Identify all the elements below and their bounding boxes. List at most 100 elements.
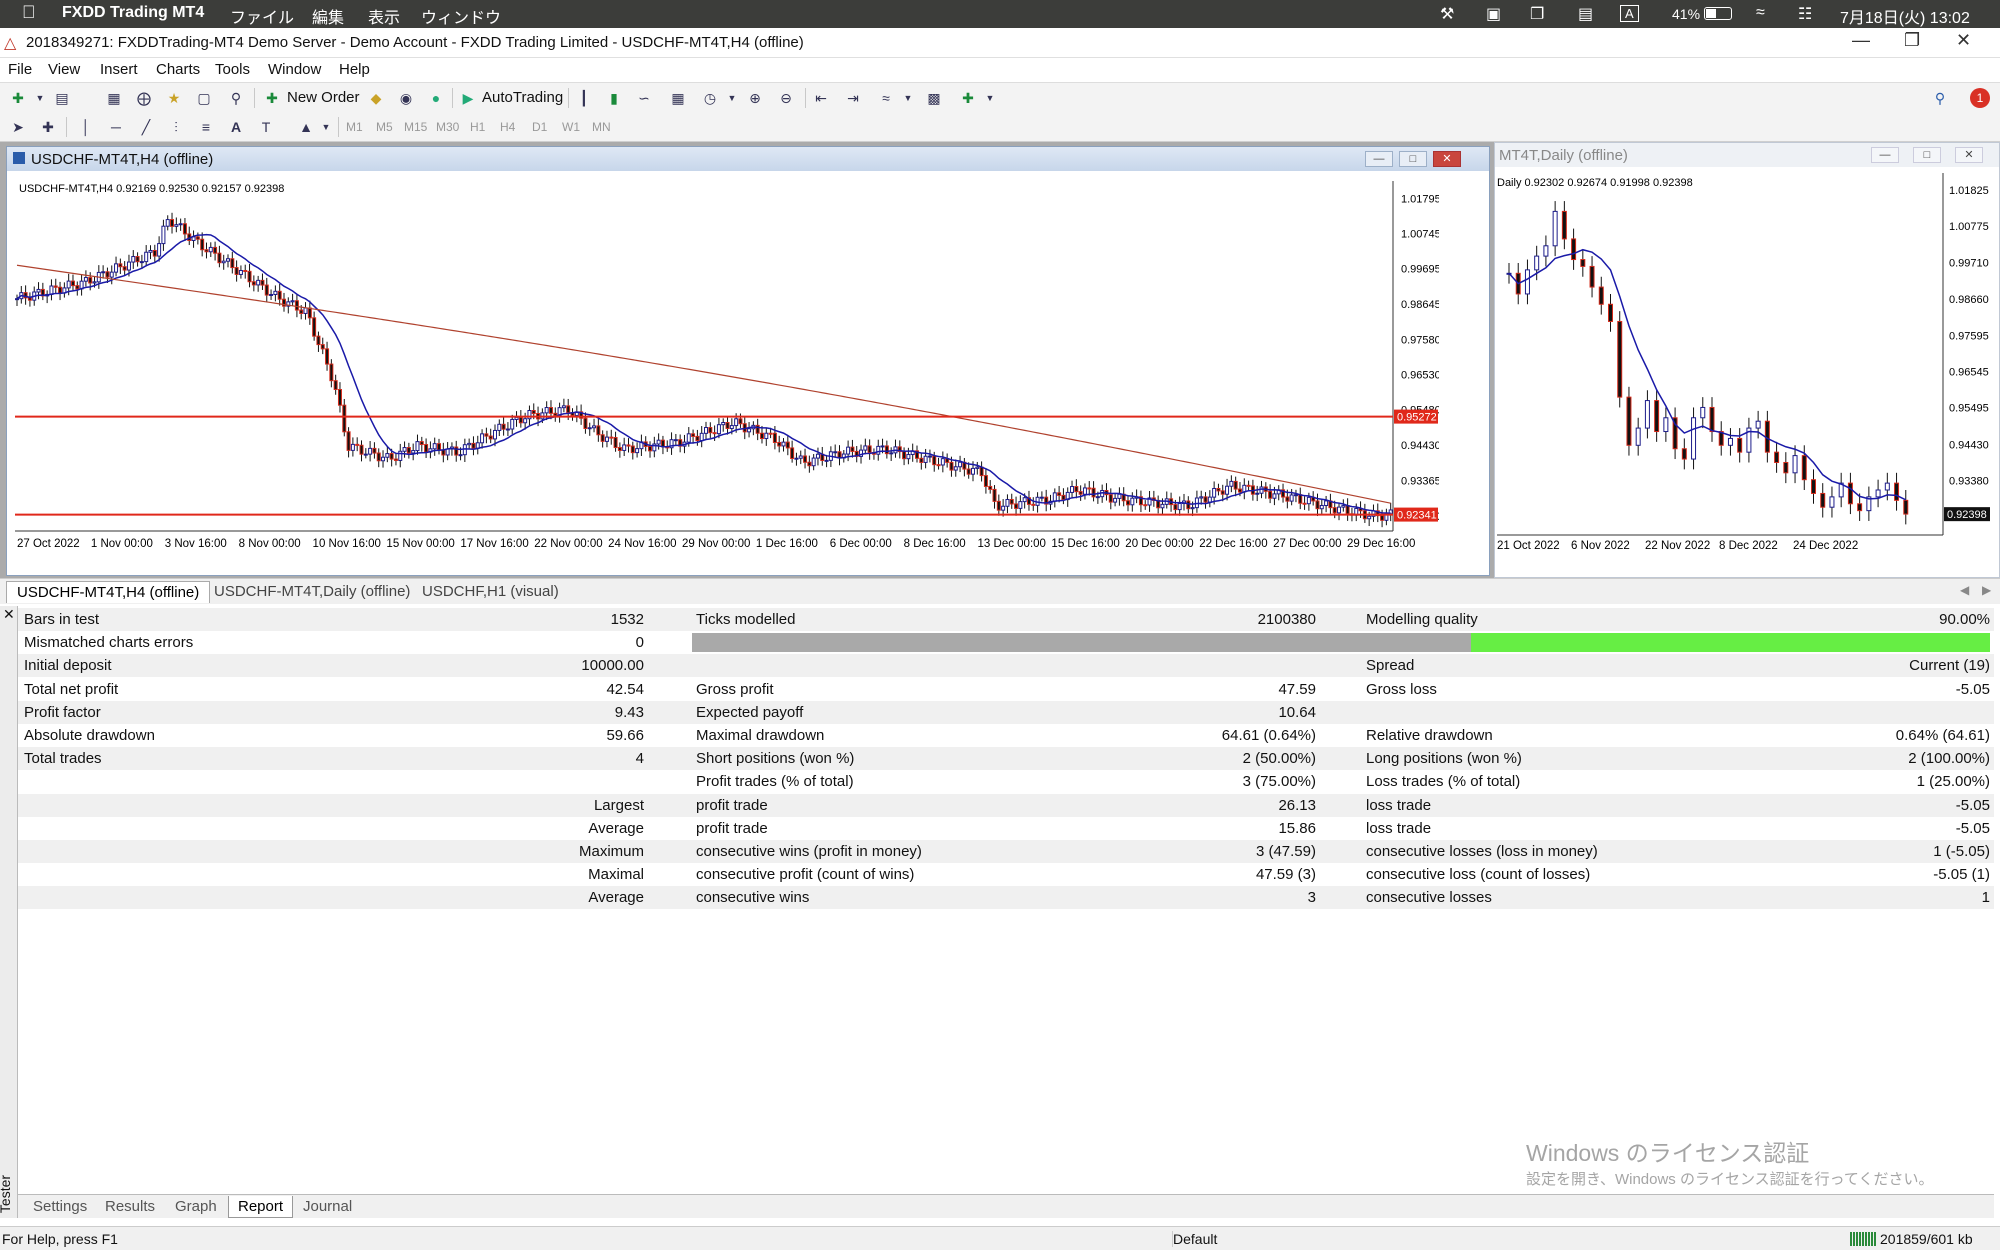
daily-minimize-button[interactable]: — — [1871, 147, 1899, 163]
properties-icon[interactable]: ▩ — [924, 88, 944, 108]
apple-icon[interactable]:  — [22, 2, 36, 23]
battery-icon[interactable] — [1704, 7, 1732, 20]
expert-advisors-icon[interactable]: ✚ — [958, 88, 978, 108]
window-icon[interactable]: ❐ — [1530, 4, 1544, 24]
menu-insert[interactable]: Insert — [100, 61, 138, 78]
daily-close-button[interactable]: ✕ — [1955, 147, 1983, 163]
mac-menu-view[interactable]: 表示 — [368, 4, 400, 28]
chart-window-daily[interactable]: MT4T,Daily (offline) — □ ✕ 1.01825 1.0077… — [1494, 142, 2000, 578]
sidebar-icon[interactable]: ▣ — [1486, 4, 1501, 24]
wifi-icon[interactable]: ≈ — [1756, 4, 1765, 22]
text-label-icon[interactable]: T — [256, 117, 276, 137]
tf-h1[interactable]: H1 — [470, 120, 485, 134]
menu-help[interactable]: Help — [339, 61, 370, 78]
tools-icon[interactable]: ⚒ — [1440, 4, 1454, 24]
horizontal-line-icon[interactable]: ─ — [106, 117, 126, 137]
line-studies-toolbar: ➤ ✚ │ ─ ╱ ⫶ ≡ A T ▲ ▼ M1 M5 M15 M30 H1 H… — [0, 112, 2000, 142]
text-icon[interactable]: A — [226, 117, 246, 137]
indicators-dropdown-icon[interactable]: ▼ — [898, 88, 918, 108]
tf-mn[interactable]: MN — [592, 120, 611, 134]
trendline-icon[interactable]: ╱ — [136, 117, 156, 137]
menu-tools[interactable]: Tools — [215, 61, 250, 78]
tab-scroll-right-icon[interactable]: ▶ — [1982, 583, 1991, 597]
daily-maximize-button[interactable]: □ — [1913, 147, 1941, 163]
close-button[interactable]: ✕ — [1956, 30, 1971, 51]
tab-h4[interactable]: USDCHF-MT4T,H4 (offline) — [6, 581, 211, 603]
zoom-in-icon[interactable]: ⊕ — [745, 88, 765, 108]
chart-window-h4[interactable]: USDCHF-MT4T,H4 (offline) — □ ✕ 1.01795 1.… — [6, 146, 1490, 576]
market-watch-icon[interactable]: ▦ — [104, 88, 124, 108]
chart-maximize-button[interactable]: □ — [1399, 151, 1427, 167]
tf-m15[interactable]: M15 — [404, 120, 427, 134]
new-order-icon[interactable]: ✚ — [262, 88, 282, 108]
autotrading-button[interactable]: AutoTrading — [482, 89, 563, 106]
tf-d1[interactable]: D1 — [532, 120, 547, 134]
tf-m5[interactable]: M5 — [376, 120, 393, 134]
tab-graph[interactable]: Graph — [166, 1196, 226, 1218]
shapes-dropdown-icon[interactable]: ▼ — [316, 117, 336, 137]
expert-dropdown-icon[interactable]: ▼ — [980, 88, 1000, 108]
clock[interactable]: 7月18日(火) 13:02 — [1840, 4, 1970, 28]
strategy-tester-icon[interactable]: ⚲ — [226, 88, 246, 108]
tab-daily[interactable]: USDCHF-MT4T,Daily (offline) — [204, 581, 420, 603]
terminal-icon[interactable]: ▢ — [194, 88, 214, 108]
tf-m1[interactable]: M1 — [346, 120, 363, 134]
candlestick-icon[interactable]: ▮ — [604, 88, 624, 108]
menu-window[interactable]: Window — [268, 61, 321, 78]
mac-menu-file[interactable]: ファイル — [230, 4, 294, 28]
tf-w1[interactable]: W1 — [562, 120, 580, 134]
autotrading-icon[interactable]: ▶ — [458, 88, 478, 108]
restore-button[interactable]: ❐ — [1904, 30, 1920, 51]
line-chart-icon[interactable]: ∽ — [634, 88, 654, 108]
tab-h1-visual[interactable]: USDCHF,H1 (visual) — [412, 581, 569, 603]
minimize-button[interactable]: — — [1852, 30, 1870, 51]
shapes-icon[interactable]: ▲ — [296, 117, 316, 137]
tab-scroll-left-icon[interactable]: ◀ — [1960, 583, 1969, 597]
chart-close-button[interactable]: ✕ — [1433, 151, 1461, 167]
contact-icon[interactable]: ▤ — [1578, 4, 1593, 24]
autoscroll-icon[interactable]: ⇥ — [843, 88, 863, 108]
tab-results[interactable]: Results — [96, 1196, 164, 1218]
chart-minimize-button[interactable]: — — [1365, 151, 1393, 167]
market-icon[interactable]: ● — [426, 88, 446, 108]
tf-h4[interactable]: H4 — [500, 120, 515, 134]
app-name[interactable]: FXDD Trading MT4 — [62, 4, 204, 22]
tab-report[interactable]: Report — [228, 1196, 294, 1218]
tab-journal[interactable]: Journal — [294, 1196, 361, 1218]
search-icon[interactable]: ⚲ — [1930, 88, 1950, 108]
zoom-out-icon[interactable]: ⊖ — [776, 88, 796, 108]
metaeditor-icon[interactable]: ◆ — [366, 88, 386, 108]
tester-close-icon[interactable]: ✕ — [3, 606, 15, 623]
notification-badge[interactable]: 1 — [1970, 88, 1990, 108]
bar-chart-icon[interactable]: ┃ — [574, 88, 594, 108]
input-source-icon[interactable]: A — [1620, 5, 1639, 22]
new-order-button[interactable]: New Order — [287, 89, 360, 106]
daily-plot[interactable]: 1.01825 1.00775 0.99710 0.98660 0.97595 0.965… — [1497, 173, 1997, 569]
dropdown-icon[interactable]: ▼ — [30, 88, 50, 108]
chart-templates-icon[interactable]: ▦ — [668, 88, 688, 108]
h4-plot[interactable]: 1.01795 1.00745 0.99695 0.98645 0.97580 0.965… — [15, 181, 1439, 561]
navigator-icon[interactable]: ★ — [164, 88, 184, 108]
vertical-line-icon[interactable]: │ — [76, 117, 96, 137]
new-chart-icon[interactable]: ✚ — [8, 88, 28, 108]
tf-m30[interactable]: M30 — [436, 120, 459, 134]
indicators-icon[interactable]: ≈ — [876, 88, 896, 108]
cursor-icon[interactable]: ➤ — [8, 117, 28, 137]
menu-file[interactable]: File — [8, 61, 32, 78]
channel-icon[interactable]: ⫶ — [166, 117, 186, 137]
tab-settings[interactable]: Settings — [24, 1196, 96, 1218]
menu-charts[interactable]: Charts — [156, 61, 200, 78]
mac-menu-window[interactable]: ウィンドウ — [421, 4, 501, 28]
periods-icon[interactable]: ◷ — [700, 88, 720, 108]
fibonacci-icon[interactable]: ≡ — [196, 117, 216, 137]
control-center-icon[interactable]: ☷ — [1798, 4, 1812, 24]
crosshair-icon[interactable]: ✚ — [38, 117, 58, 137]
report-cell-c: Modelling quality — [1366, 611, 1478, 628]
data-window-icon[interactable]: ⨁ — [134, 88, 154, 108]
menu-view[interactable]: View — [48, 61, 80, 78]
chart-shift-icon[interactable]: ⇤ — [811, 88, 831, 108]
periods-dropdown-icon[interactable]: ▼ — [722, 88, 742, 108]
signals-icon[interactable]: ◉ — [396, 88, 416, 108]
mac-menu-edit[interactable]: 編集 — [312, 4, 344, 28]
profiles-icon[interactable]: ▤ — [52, 88, 72, 108]
